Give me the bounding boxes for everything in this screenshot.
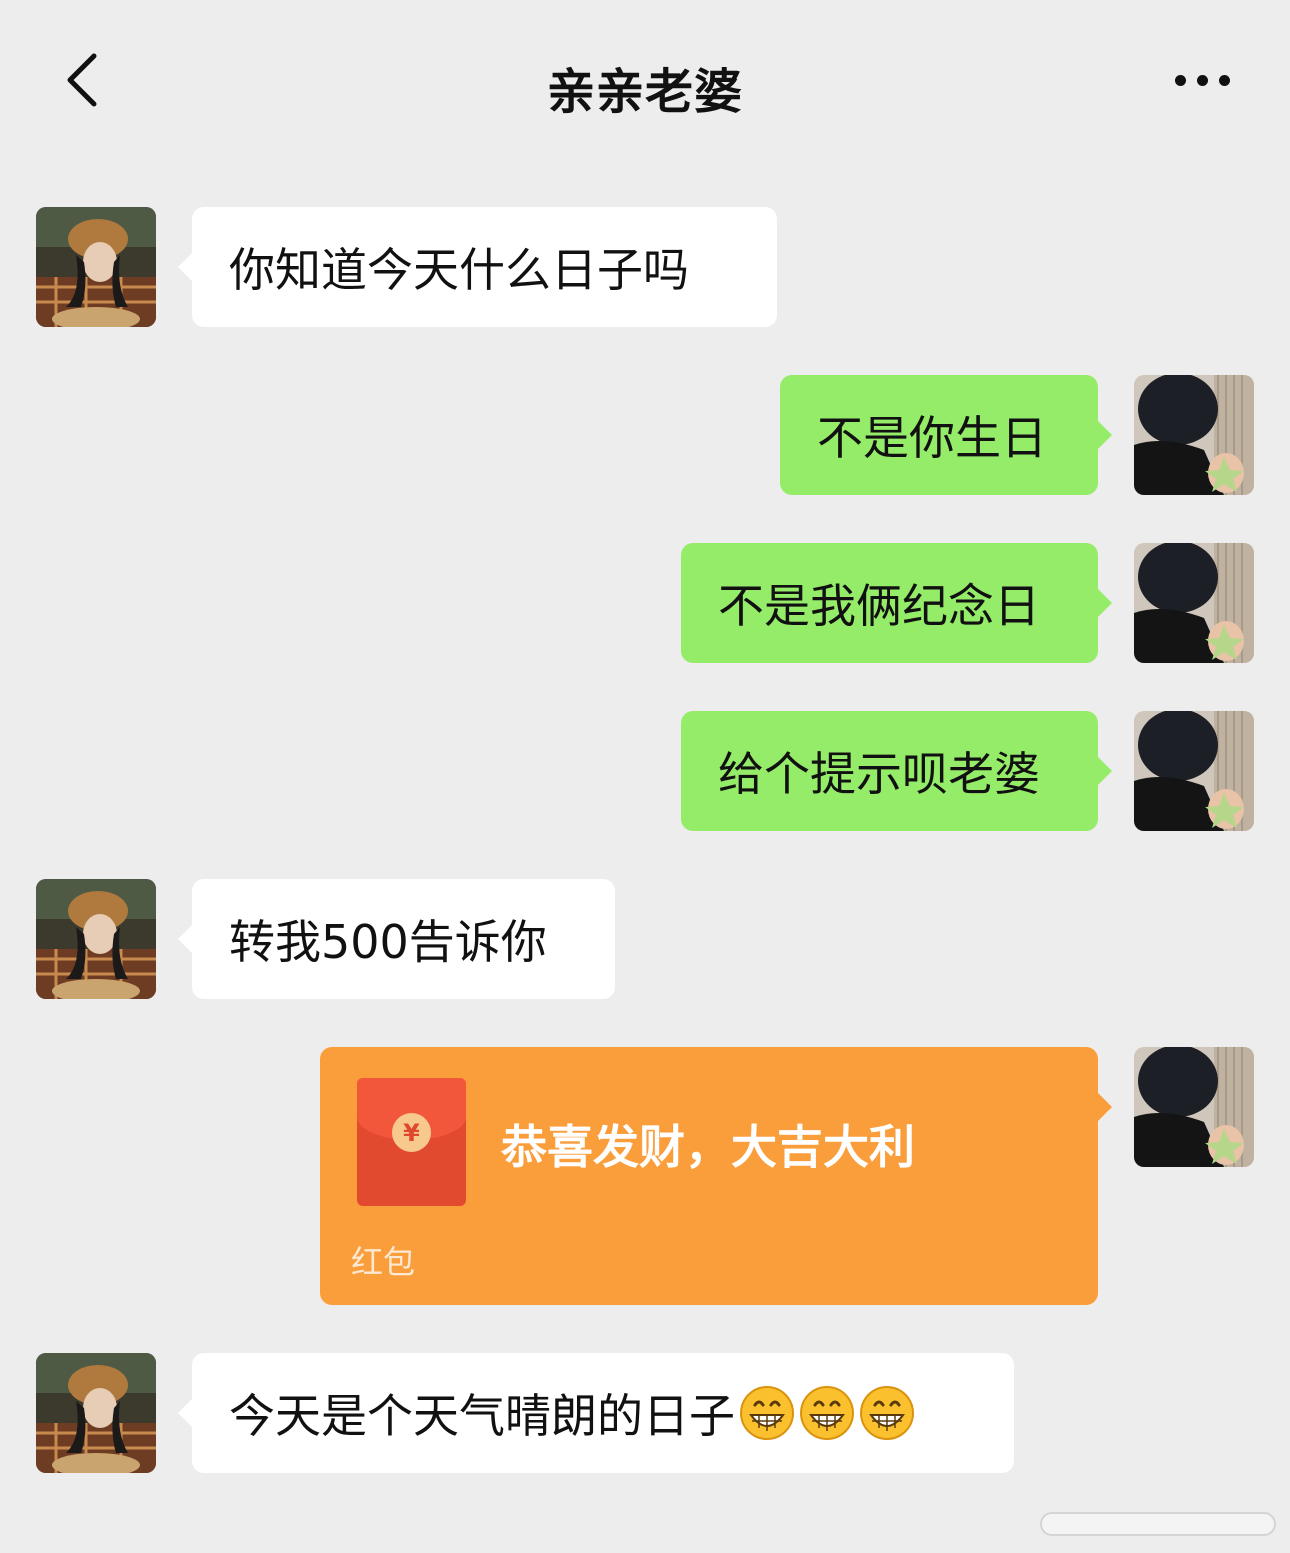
my-avatar[interactable] xyxy=(1134,711,1254,831)
chat-title: 亲亲老婆 xyxy=(546,64,743,120)
my-avatar[interactable] xyxy=(1134,543,1254,663)
grinning-face-icon xyxy=(740,1386,794,1440)
red-packet-label: 红包 xyxy=(351,1243,416,1281)
message-text: 不是你生日 xyxy=(817,411,1047,465)
my-avatar[interactable] xyxy=(1134,1047,1254,1167)
message-text: 你知道今天什么日子吗 xyxy=(229,243,689,297)
contact-avatar[interactable] xyxy=(36,207,156,327)
message-bubble[interactable]: 给个提示呗老婆 xyxy=(681,711,1112,831)
red-packet-greeting: 恭喜发财，大吉大利 xyxy=(501,1120,915,1174)
message-bubble[interactable]: 转我500告诉你 xyxy=(178,879,615,999)
grinning-face-icon xyxy=(860,1386,914,1440)
red-envelope-icon: ¥ xyxy=(357,1078,466,1206)
message-bubble[interactable]: 今天是个天气晴朗的日子 xyxy=(178,1353,1014,1473)
contact-avatar[interactable] xyxy=(36,1353,156,1473)
scroll-indicator[interactable] xyxy=(1040,1512,1276,1536)
message-text: 不是我俩纪念日 xyxy=(718,579,1040,633)
message-bubble[interactable]: 不是你生日 xyxy=(780,375,1112,495)
message-bubble[interactable]: 你知道今天什么日子吗 xyxy=(178,207,777,327)
message-text: 转我500告诉你 xyxy=(229,915,547,969)
contact-avatar[interactable] xyxy=(36,879,156,999)
message-bubble[interactable]: 不是我俩纪念日 xyxy=(681,543,1112,663)
more-button[interactable] xyxy=(1166,60,1238,100)
my-avatar[interactable] xyxy=(1134,375,1254,495)
red-packet-card[interactable]: ¥ 恭喜发财，大吉大利 红包 xyxy=(320,1047,1112,1305)
coin-icon: ¥ xyxy=(392,1113,431,1152)
more-horizontal-icon xyxy=(1174,74,1230,86)
chat-header: 亲亲老婆 xyxy=(0,0,1290,160)
message-text: 给个提示呗老婆 xyxy=(718,747,1040,801)
message-text: 今天是个天气晴朗的日子 xyxy=(229,1389,735,1443)
grinning-face-icon xyxy=(800,1386,854,1440)
